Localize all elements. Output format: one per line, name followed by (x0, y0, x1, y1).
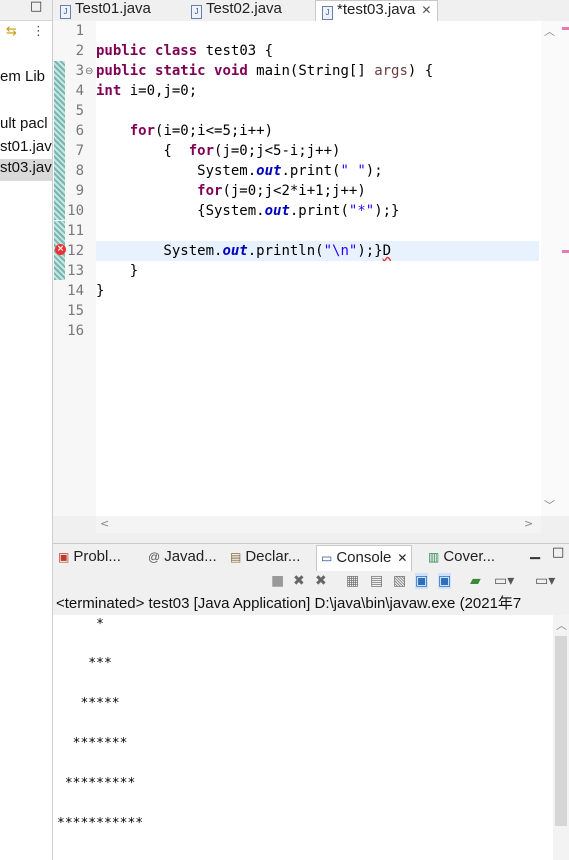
scroll-right-icon[interactable]: > (524, 517, 533, 530)
scroll-down-icon[interactable]: ﹀ (544, 497, 555, 513)
line-number: 6 (75, 123, 84, 139)
output-line: * (57, 617, 104, 632)
maximize-icon[interactable]: □ (30, 0, 42, 14)
word-wrap-icon[interactable]: ▧ (393, 573, 406, 589)
output-line: *********** (57, 816, 144, 831)
tab-coverage[interactable]: ▥ Cover... (428, 548, 495, 565)
line-number: 15 (67, 303, 84, 319)
terminate-icon[interactable]: ■ (271, 573, 284, 589)
tab-test01[interactable]: J Test01.java (60, 0, 151, 21)
console-status: <terminated> test03 [Java Application] D… (53, 593, 569, 615)
line-number: 14 (67, 283, 84, 299)
show-stderr-icon[interactable]: ▣ (438, 573, 452, 589)
pin-console-icon[interactable]: ▰ (470, 573, 481, 589)
editor-vertical-scrollbar[interactable]: ︿ ﹀ (541, 21, 558, 516)
show-stdout-icon[interactable]: ▣ (415, 573, 429, 589)
tree-item-test01[interactable]: st01.jav (0, 138, 52, 155)
overview-error-marker[interactable] (562, 250, 569, 253)
tree-item-package[interactable]: ult pacl (0, 115, 48, 132)
line-number: 1 (75, 23, 84, 39)
view-menu-icon[interactable]: ⋮ (32, 24, 45, 39)
line-number: 2 (75, 43, 84, 59)
java-file-icon: J (60, 5, 71, 19)
close-console-icon[interactable]: ✕ (397, 551, 407, 565)
display-console-icon[interactable]: ▭▾ (494, 573, 514, 589)
code-line-9: for(j=0;j<2*i+1;j++) (197, 183, 366, 199)
code-line-4: int i=0,j=0; (96, 83, 198, 99)
scroll-up-icon[interactable]: ︿ (544, 23, 555, 39)
java-file-icon: J (322, 6, 333, 20)
code-line-2: public class test03 { (96, 43, 274, 59)
line-number: 13 (67, 263, 84, 279)
line-number: 9 (75, 183, 84, 199)
overview-ruler (558, 21, 569, 516)
code-line-13: } (96, 263, 139, 279)
line-number: 10 (67, 203, 84, 219)
output-line: ******* (57, 736, 128, 751)
console-icon: ▭ (321, 551, 333, 565)
code-line-14: } (96, 283, 105, 299)
javadoc-icon: @ (148, 550, 161, 564)
tab-test02[interactable]: J Test02.java (191, 0, 282, 21)
clear-console-icon[interactable]: ▦ (346, 573, 359, 589)
remove-all-icon[interactable]: ✖ (315, 573, 327, 589)
tab-problems[interactable]: ▣ Probl... (58, 548, 121, 565)
code-line-6: for(i=0;i<=5;i++) (129, 123, 274, 139)
code-line-7: { for(j=0;j<5-i;j++) (96, 143, 341, 159)
console-scroll-thumb[interactable] (555, 636, 567, 826)
open-console-icon[interactable]: ▭▾ (535, 573, 555, 589)
tab-test03[interactable]: J *test03.java ✕ (315, 0, 439, 22)
tab-javadoc[interactable]: @ Javad... (148, 548, 217, 565)
code-line-12: System.out.println("\n");}D (96, 243, 392, 259)
tab-declaration[interactable]: ▤ Declar... (230, 548, 300, 565)
problems-icon: ▣ (58, 550, 70, 564)
scroll-left-icon[interactable]: < (100, 517, 109, 530)
output-line: ***** (57, 696, 120, 711)
overview-marker[interactable] (562, 27, 569, 30)
tree-item-jre[interactable]: em Lib (0, 68, 45, 85)
declaration-icon: ▤ (230, 550, 242, 564)
fold-collapse-icon[interactable]: ⊖ (85, 66, 93, 77)
line-number: 8 (75, 163, 84, 179)
console-toolbar (53, 571, 569, 593)
tree-item-test03[interactable]: st03.jav (0, 159, 52, 181)
line-number: 3 (75, 63, 84, 79)
code-line-10: {System.out.print("*");} (96, 203, 400, 219)
java-file-icon: J (191, 5, 202, 19)
output-line: ********* (57, 776, 136, 791)
minimize-icon[interactable]: ▁ (530, 545, 540, 560)
line-number: 5 (75, 103, 84, 119)
output-line: *** (57, 656, 112, 671)
package-explorer-toolbar: □ (0, 0, 52, 21)
editor-horizontal-scrollbar[interactable]: < > (96, 516, 541, 533)
line-number: 16 (67, 323, 84, 339)
code-line-3: public static void main(String[] args) { (96, 63, 434, 79)
remove-launch-icon[interactable]: ✖ (293, 573, 305, 589)
code-line-8: System.out.print(" "); (96, 163, 383, 179)
error-marker-icon[interactable]: × (55, 244, 66, 255)
package-explorer: □ ⇆ ⋮ em Lib ult pacl st01.jav st03.jav (0, 0, 53, 860)
line-number: 4 (75, 83, 84, 99)
scroll-up-icon[interactable]: ︿ (556, 617, 567, 633)
scroll-lock-icon[interactable]: ▤ (370, 573, 383, 589)
close-tab-icon[interactable]: ✕ (421, 3, 431, 17)
line-number: 11 (67, 223, 84, 239)
line-number: 7 (75, 143, 84, 159)
link-editor-icon[interactable]: ⇆ (6, 24, 17, 39)
maximize-icon[interactable]: □ (552, 545, 564, 560)
editor-tab-bar: J Test01.java J Test02.java J *test03.java ✕ (53, 0, 569, 22)
coverage-icon: ▥ (428, 550, 440, 564)
tab-console[interactable]: ▭ Console ✕ (316, 545, 413, 573)
